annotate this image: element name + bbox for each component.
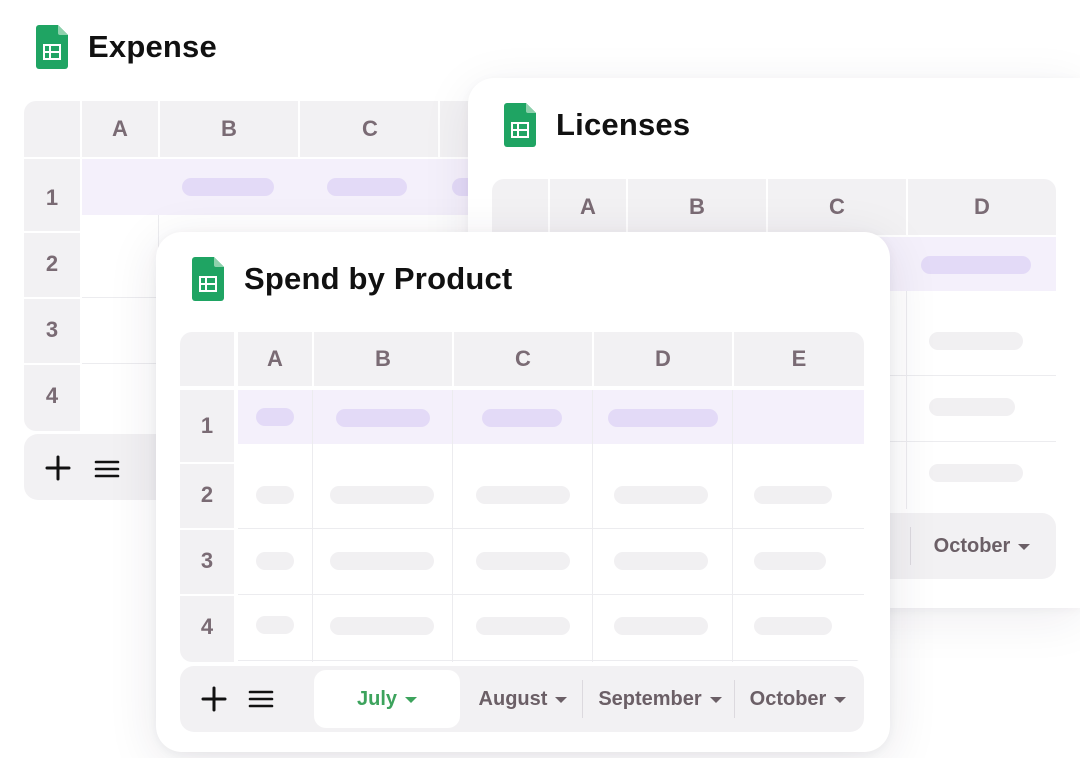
licenses-corner xyxy=(492,179,548,235)
placeholder-pill xyxy=(929,332,1023,350)
tab-july[interactable]: July xyxy=(314,670,460,728)
placeholder-pill xyxy=(476,486,570,504)
placeholder-pill xyxy=(327,178,407,196)
expense-row-header[interactable]: 3 xyxy=(24,297,80,363)
tab-label: October xyxy=(749,687,827,710)
placeholder-pill xyxy=(929,398,1015,416)
spend-col-header[interactable]: C xyxy=(454,332,592,386)
spreadsheet-icon xyxy=(504,103,536,147)
spend-bottom-bar: July August September October xyxy=(180,666,864,732)
placeholder-pill xyxy=(256,408,294,426)
licenses-col-header[interactable]: C xyxy=(768,179,906,235)
placeholder-pill xyxy=(614,552,708,570)
expense-col-header[interactable]: C xyxy=(300,101,440,157)
spend-grid: A B C D E 1 2 3 4 xyxy=(180,332,864,662)
hamburger-menu-icon[interactable] xyxy=(92,454,122,484)
placeholder-pill xyxy=(330,617,434,635)
placeholder-pill xyxy=(256,552,294,570)
expense-row-header[interactable]: 2 xyxy=(24,231,80,297)
expense-title: Expense xyxy=(88,29,217,64)
licenses-col-header[interactable]: D xyxy=(908,179,1056,235)
licenses-title: Licenses xyxy=(556,107,691,142)
placeholder-pill xyxy=(330,486,434,504)
spend-row-header[interactable]: 4 xyxy=(180,594,234,660)
placeholder-pill xyxy=(929,464,1023,482)
placeholder-pill xyxy=(754,552,826,570)
spend-titlebar: Spend by Product xyxy=(192,257,512,301)
spend-col-header[interactable]: D xyxy=(594,332,732,386)
expense-row-header[interactable]: 1 xyxy=(24,159,80,237)
caret-down-icon xyxy=(709,697,722,703)
spend-row-header[interactable]: 3 xyxy=(180,528,234,594)
tab-label: October xyxy=(933,534,1011,557)
placeholder-pill xyxy=(256,616,294,634)
caret-down-icon xyxy=(1018,544,1031,550)
spend-row-header[interactable]: 1 xyxy=(180,390,234,462)
expense-corner xyxy=(24,101,80,157)
spend-corner xyxy=(180,332,234,386)
expense-row-header[interactable]: 4 xyxy=(24,363,80,429)
licenses-col-header[interactable]: B xyxy=(628,179,766,235)
licenses-titlebar: Licenses xyxy=(504,103,690,147)
hamburger-menu-icon[interactable] xyxy=(246,684,276,714)
tab-october[interactable]: October xyxy=(922,513,1042,579)
placeholder-pill xyxy=(754,617,832,635)
placeholder-pill xyxy=(182,178,274,196)
placeholder-pill xyxy=(614,617,708,635)
placeholder-pill xyxy=(754,486,832,504)
spreadsheet-icon xyxy=(192,257,224,301)
tab-label: July xyxy=(356,687,398,710)
placeholder-pill xyxy=(476,617,570,635)
caret-down-icon xyxy=(555,697,568,703)
placeholder-pill xyxy=(921,256,1031,274)
placeholder-pill xyxy=(336,409,430,427)
expense-col-header[interactable]: A xyxy=(82,101,158,157)
spend-row-header[interactable]: 2 xyxy=(180,462,234,528)
spend-by-product-card: Spend by Product A B C D E 1 2 3 4 July … xyxy=(156,232,890,752)
spend-title: Spend by Product xyxy=(244,261,513,296)
plus-icon[interactable] xyxy=(42,452,74,484)
plus-icon[interactable] xyxy=(198,683,230,715)
expense-col-header[interactable]: B xyxy=(160,101,298,157)
spreadsheet-icon xyxy=(36,25,68,69)
placeholder-pill xyxy=(476,552,570,570)
spend-col-header[interactable]: B xyxy=(314,332,452,386)
spend-col-header[interactable]: A xyxy=(238,332,312,386)
spend-col-header[interactable]: E xyxy=(734,332,864,386)
placeholder-pill xyxy=(614,486,708,504)
caret-down-icon xyxy=(405,697,418,703)
licenses-col-header[interactable]: A xyxy=(550,179,626,235)
tab-label: September xyxy=(598,687,702,710)
placeholder-pill xyxy=(608,409,718,427)
expense-titlebar: Expense xyxy=(36,25,217,69)
placeholder-pill xyxy=(482,409,562,427)
tab-october[interactable]: October xyxy=(738,666,858,732)
tab-september[interactable]: September xyxy=(586,666,734,732)
caret-down-icon xyxy=(834,697,847,703)
placeholder-pill xyxy=(330,552,434,570)
placeholder-pill xyxy=(256,486,294,504)
tab-label: August xyxy=(478,687,548,710)
tab-august[interactable]: August xyxy=(466,666,580,732)
